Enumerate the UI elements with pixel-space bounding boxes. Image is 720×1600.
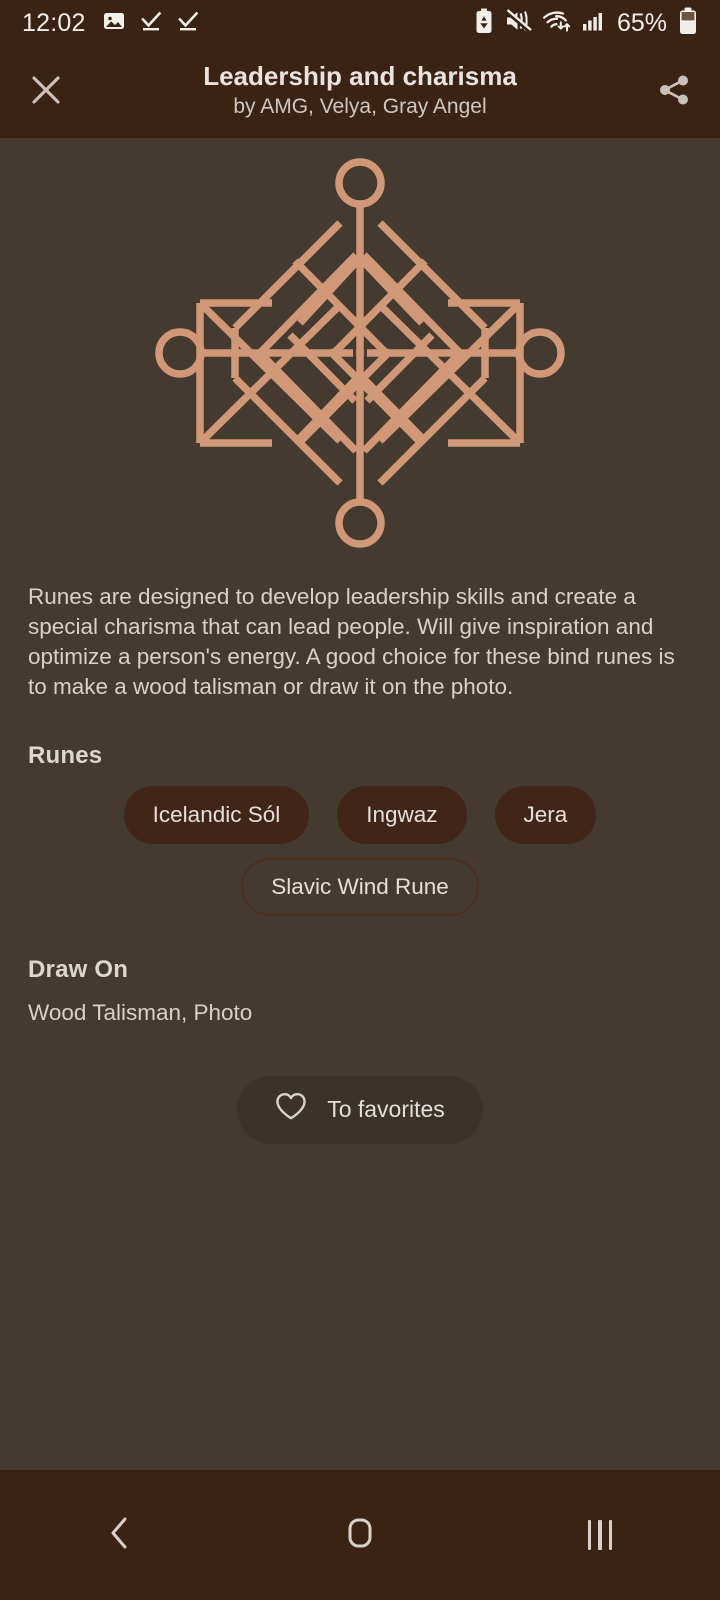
draw-on-value: Wood Talisman, Photo bbox=[28, 999, 253, 1025]
android-nav-bar bbox=[0, 1470, 720, 1600]
sound-mute-icon bbox=[504, 8, 532, 38]
rune-chip-ingwaz[interactable]: Ingwaz bbox=[337, 785, 467, 844]
home-icon bbox=[344, 1515, 376, 1556]
favorites-row: To favorites bbox=[0, 1075, 720, 1144]
status-bar-clock: 12:02 bbox=[22, 8, 86, 37]
task-complete-icon bbox=[139, 9, 163, 38]
battery-icon bbox=[678, 7, 698, 40]
chip-label: Icelandic Sól bbox=[152, 801, 281, 827]
task-complete-icon bbox=[176, 9, 200, 38]
share-icon bbox=[656, 72, 692, 113]
chip-label: Ingwaz bbox=[366, 801, 438, 827]
status-bar-system-icons: 65% bbox=[474, 7, 698, 40]
cellular-signal-icon bbox=[582, 9, 604, 38]
rune-chip-slavic-wind-rune[interactable]: Slavic Wind Rune bbox=[241, 857, 479, 916]
battery-saver-icon bbox=[474, 8, 494, 39]
description-text: Runes are designed to develop leadership… bbox=[28, 584, 675, 699]
app-bar: Leadership and charisma by AMG, Velya, G… bbox=[0, 46, 720, 138]
close-button[interactable] bbox=[0, 46, 92, 138]
rune-chip-jera[interactable]: Jera bbox=[494, 785, 597, 844]
recents-icon bbox=[587, 1520, 613, 1550]
wifi-icon bbox=[543, 9, 571, 38]
app-bar-titles: Leadership and charisma by AMG, Velya, G… bbox=[92, 61, 628, 123]
content-scroll-area[interactable]: Runes are designed to develop leadership… bbox=[0, 138, 720, 1470]
to-favorites-label: To favorites bbox=[327, 1096, 445, 1123]
page-subtitle: by AMG, Velya, Gray Angel bbox=[233, 94, 487, 118]
runes-section-heading: Runes bbox=[28, 741, 103, 769]
bind-rune-artwork bbox=[0, 138, 720, 568]
bind-rune-svg bbox=[155, 158, 565, 548]
rune-chip-icelandic-sol[interactable]: Icelandic Sól bbox=[123, 785, 310, 844]
chip-label: Slavic Wind Rune bbox=[271, 873, 449, 899]
close-icon bbox=[29, 73, 63, 112]
to-favorites-button[interactable]: To favorites bbox=[237, 1075, 483, 1144]
chip-label: Jera bbox=[523, 801, 568, 827]
nav-home-button[interactable] bbox=[240, 1470, 480, 1600]
status-bar-notification-icons bbox=[102, 9, 200, 38]
runes-chip-list: Icelandic Sól Ingwaz Jera Slavic Wind Ru… bbox=[28, 785, 692, 916]
nav-back-button[interactable] bbox=[0, 1470, 240, 1600]
image-icon bbox=[102, 9, 126, 38]
app-root: 12:02 65% Leadership and charisma by AMG… bbox=[0, 0, 720, 1600]
status-bar: 12:02 65% bbox=[0, 0, 720, 46]
back-icon bbox=[105, 1515, 135, 1556]
battery-percent-label: 65% bbox=[616, 8, 667, 37]
nav-recents-button[interactable] bbox=[480, 1470, 720, 1600]
heart-outline-icon bbox=[275, 1092, 307, 1127]
share-button[interactable] bbox=[628, 46, 720, 138]
draw-on-section-heading: Draw On bbox=[28, 955, 129, 983]
page-title: Leadership and charisma bbox=[203, 60, 517, 91]
